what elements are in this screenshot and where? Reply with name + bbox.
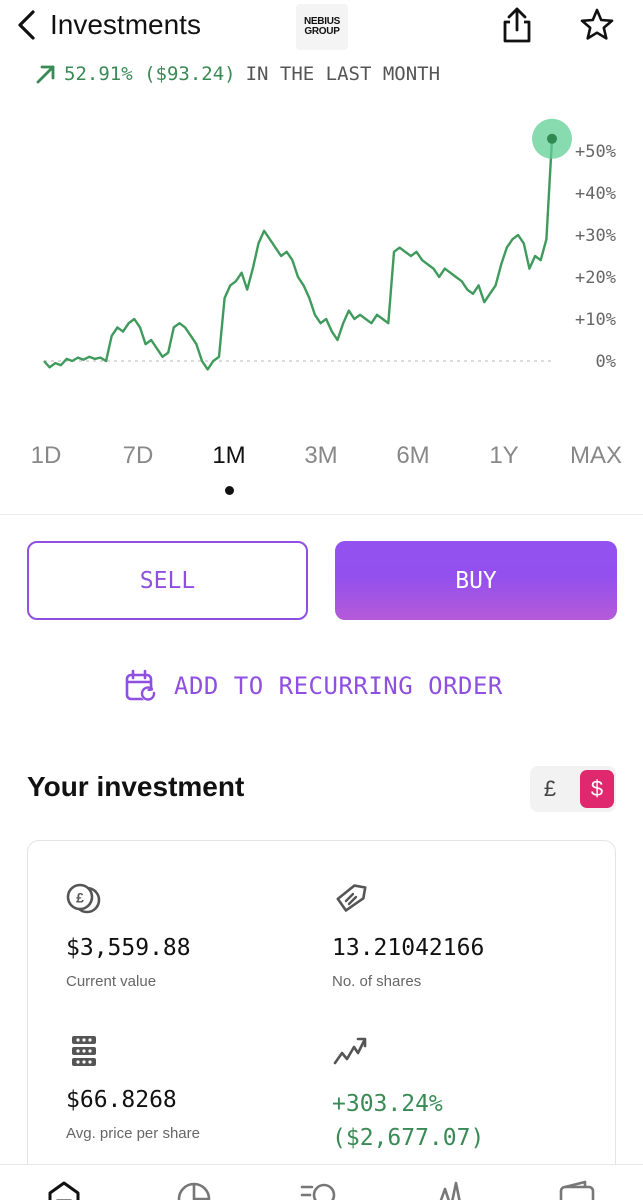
- favourite-button[interactable]: [578, 6, 616, 44]
- shares-count: 13.21042166: [332, 935, 485, 961]
- bottom-tab-bar: [0, 1164, 643, 1200]
- avg-price-label: Avg. price per share: [66, 1125, 200, 1142]
- range-max[interactable]: MAX: [561, 438, 631, 474]
- home-icon: [48, 1181, 80, 1200]
- trend-icon: [333, 1037, 367, 1065]
- avg-price: $66.8268: [66, 1087, 177, 1113]
- page-title: Investments: [50, 9, 201, 40]
- currency-toggle: £ $: [530, 766, 616, 812]
- shares-stat: 13.21042166 No. of shares: [332, 881, 484, 990]
- time-range-selector: 1D 7D 1M 3M 6M 1Y MAX: [0, 438, 643, 478]
- y-tick-label: +20%: [575, 268, 616, 288]
- pie-chart-icon: [177, 1182, 211, 1200]
- return-percent: +303.24%: [332, 1091, 443, 1117]
- current-value: $3,559.88: [66, 935, 191, 961]
- y-tick-label: +10%: [575, 310, 616, 330]
- tab-wallet[interactable]: [558, 1179, 598, 1200]
- wallet-icon: [559, 1180, 595, 1200]
- arrow-up-right-icon: [36, 65, 55, 84]
- range-1y[interactable]: 1Y: [469, 438, 539, 474]
- tab-portfolio[interactable]: [174, 1179, 214, 1200]
- tab-explore[interactable]: [300, 1179, 340, 1200]
- tab-home[interactable]: [44, 1179, 84, 1200]
- return-stat: +303.24% ($2,677.07): [332, 1033, 484, 1155]
- range-1d[interactable]: 1D: [11, 438, 81, 474]
- y-tick-label: +30%: [575, 226, 616, 246]
- price-chart-svg: +50% +40% +30% +20% +10% 0%: [43, 118, 616, 372]
- range-1m[interactable]: 1M: [194, 438, 264, 474]
- current-value-label: Current value: [66, 973, 157, 990]
- avg-price-stat: $66.8268 Avg. price per share: [66, 1033, 200, 1142]
- y-tick-label: 0%: [596, 352, 616, 372]
- tab-activity[interactable]: [430, 1179, 470, 1200]
- y-tick-label: +50%: [575, 142, 616, 162]
- share-icon: [503, 7, 531, 43]
- back-button[interactable]: [12, 8, 40, 42]
- return-amount: ($2,677.07): [332, 1125, 485, 1151]
- add-recurring-order-button[interactable]: ADD TO RECURRING ORDER: [124, 666, 503, 706]
- star-icon: [580, 8, 614, 40]
- currency-usd-option[interactable]: $: [580, 770, 614, 808]
- divider: [0, 514, 643, 515]
- performance-value: 52.91% ($93.24): [64, 63, 236, 85]
- coins-icon: £: [66, 883, 101, 914]
- investment-card: £ $3,559.88 Current value 13.21042166 No…: [27, 840, 616, 1200]
- current-price-dot: [547, 133, 557, 144]
- chevron-left-icon: [18, 10, 35, 40]
- current-value-stat: £ $3,559.88 Current value: [66, 881, 191, 990]
- calendar-repeat-icon: [125, 669, 157, 702]
- y-tick-label: +40%: [575, 184, 616, 204]
- range-7d[interactable]: 7D: [103, 438, 173, 474]
- price-chart[interactable]: +50% +40% +30% +20% +10% 0%: [0, 100, 643, 420]
- logo-line-2: GROUP: [304, 26, 340, 37]
- search-list-icon: [300, 1183, 336, 1200]
- activity-icon: [439, 1181, 461, 1200]
- recurring-order-label: ADD TO RECURRING ORDER: [174, 672, 503, 700]
- share-button[interactable]: [500, 6, 534, 44]
- currency-gbp-option[interactable]: £: [530, 766, 570, 812]
- stack-icon: [72, 1036, 96, 1066]
- range-3m[interactable]: 3M: [286, 438, 356, 474]
- company-logo: NEBIUS GROUP: [296, 4, 348, 50]
- sell-button[interactable]: SELL: [27, 541, 308, 620]
- shares-label: No. of shares: [332, 973, 422, 990]
- header: Investments NEBIUS GROUP: [0, 0, 643, 52]
- performance-summary: 52.91% ($93.24) IN THE LAST MONTH: [34, 60, 440, 88]
- buy-button[interactable]: BUY: [335, 541, 617, 620]
- range-6m[interactable]: 6M: [378, 438, 448, 474]
- selected-range-indicator: [225, 486, 234, 495]
- svg-text:£: £: [76, 890, 84, 906]
- price-line: [43, 138, 554, 371]
- your-investment-title: Your investment: [27, 771, 245, 802]
- tag-icon: [336, 884, 367, 912]
- performance-period: IN THE LAST MONTH: [245, 63, 441, 85]
